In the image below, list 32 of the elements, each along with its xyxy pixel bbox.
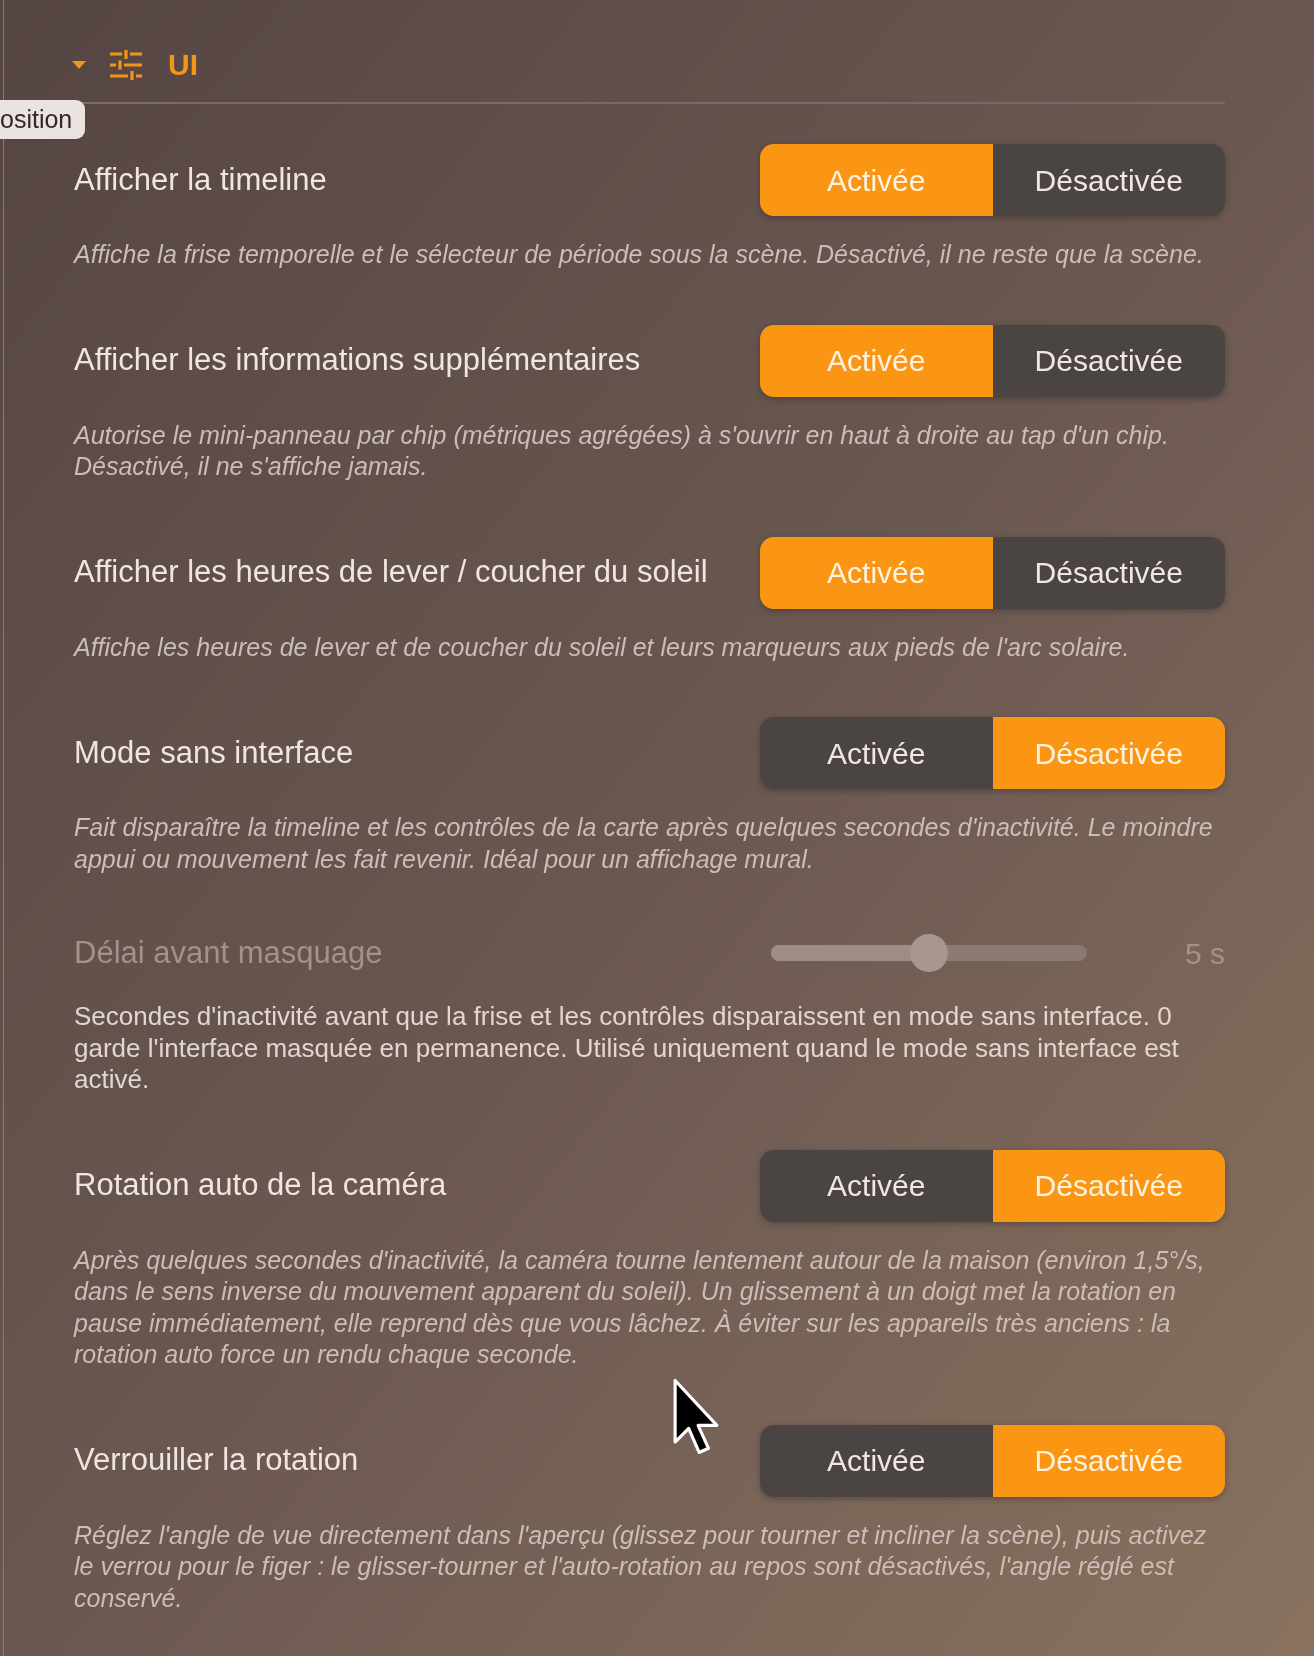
slider-track[interactable] — [771, 934, 1087, 972]
segment-button[interactable]: Activée — [760, 717, 993, 789]
segment-button[interactable]: Désactivée — [992, 536, 1225, 609]
setting-description: Autorise le mini-panneau par chip (métriques agrégées) à s'ouvrir en haut à droite au tap d'un chip. Désactivé, il ne s'affiche jamais. — [74, 419, 1170, 482]
segment-button[interactable]: Activée — [760, 144, 993, 216]
setting-label: Afficher la timeline — [74, 160, 327, 199]
segment-button[interactable]: Activée — [760, 1424, 993, 1497]
section-header[interactable]: UI — [72, 46, 198, 84]
segment-button[interactable]: Désactivée — [992, 717, 1225, 789]
sliders-icon — [110, 50, 142, 80]
segment-button[interactable]: Désactivée — [992, 1424, 1225, 1497]
setting-label: Afficher les heures de lever / coucher du soleil — [74, 553, 708, 592]
setting-description: Réglez l'angle de vue directement dans l'aperçu (glissez pour tourner et incliner la scène), puis activez le verrou pour le figer : le glisser-tourner et l'auto-rotation au repos sont désactivés, l'angle réglé est conservé. — [74, 1519, 1208, 1614]
setting-description: Fait disparaître la timeline et les contrôles de la carte après quelques secondes d'inactivité. Le moindre appui ou mouvement les fait revenir. Idéal pour un affichage mural. — [74, 812, 1214, 875]
setting-label: Verrouiller la rotation — [74, 1441, 359, 1480]
tooltip: osition — [0, 100, 86, 139]
setting-label: Mode sans interface — [74, 733, 354, 772]
segment-button[interactable]: Désactivée — [992, 144, 1225, 216]
mouse-pointer-icon — [672, 1377, 720, 1457]
caret-icon[interactable] — [72, 61, 86, 69]
setting-description: Après quelques secondes d'inactivité, la caméra tourne lentement autour de la maison (environ 1,5°/s, dans le sens inverse du mouvement apparent du soleil). Un glissement à un doigt met la rotation en pause immédiatement, elle reprend dès que vous lâchez. À éviter sur les appareils très anciens : la rotation auto force un rendu chaque seconde. — [74, 1244, 1206, 1370]
setting-description: Affiche les heures de lever et de coucher du soleil et leurs marqueurs aux pieds de l'arc solaire. — [74, 631, 1131, 663]
setting-description: Secondes d'inactivité avant que la frise et les contrôles disparaissent en mode sans interface. 0 garde l'interface masquée en permanence. Utilisé uniquement quand le mode sans interface est activé. — [74, 1001, 1180, 1096]
setting-label: Afficher les informations supplémentaires — [74, 341, 641, 380]
setting-label: Délai avant masquage — [74, 933, 383, 972]
segment-button[interactable]: Activée — [760, 324, 993, 397]
segment-button[interactable]: Activée — [760, 1149, 993, 1222]
setting-description: Affiche la frise temporelle et le sélecteur de période sous la scène. Désactivé, il ne reste que la scène. — [74, 239, 1205, 270]
setting-label: Rotation auto de la caméra — [74, 1166, 447, 1205]
segment-button[interactable]: Désactivée — [992, 1149, 1225, 1222]
segment-button[interactable]: Désactivée — [992, 324, 1225, 397]
segment-button[interactable]: Activée — [760, 536, 993, 609]
